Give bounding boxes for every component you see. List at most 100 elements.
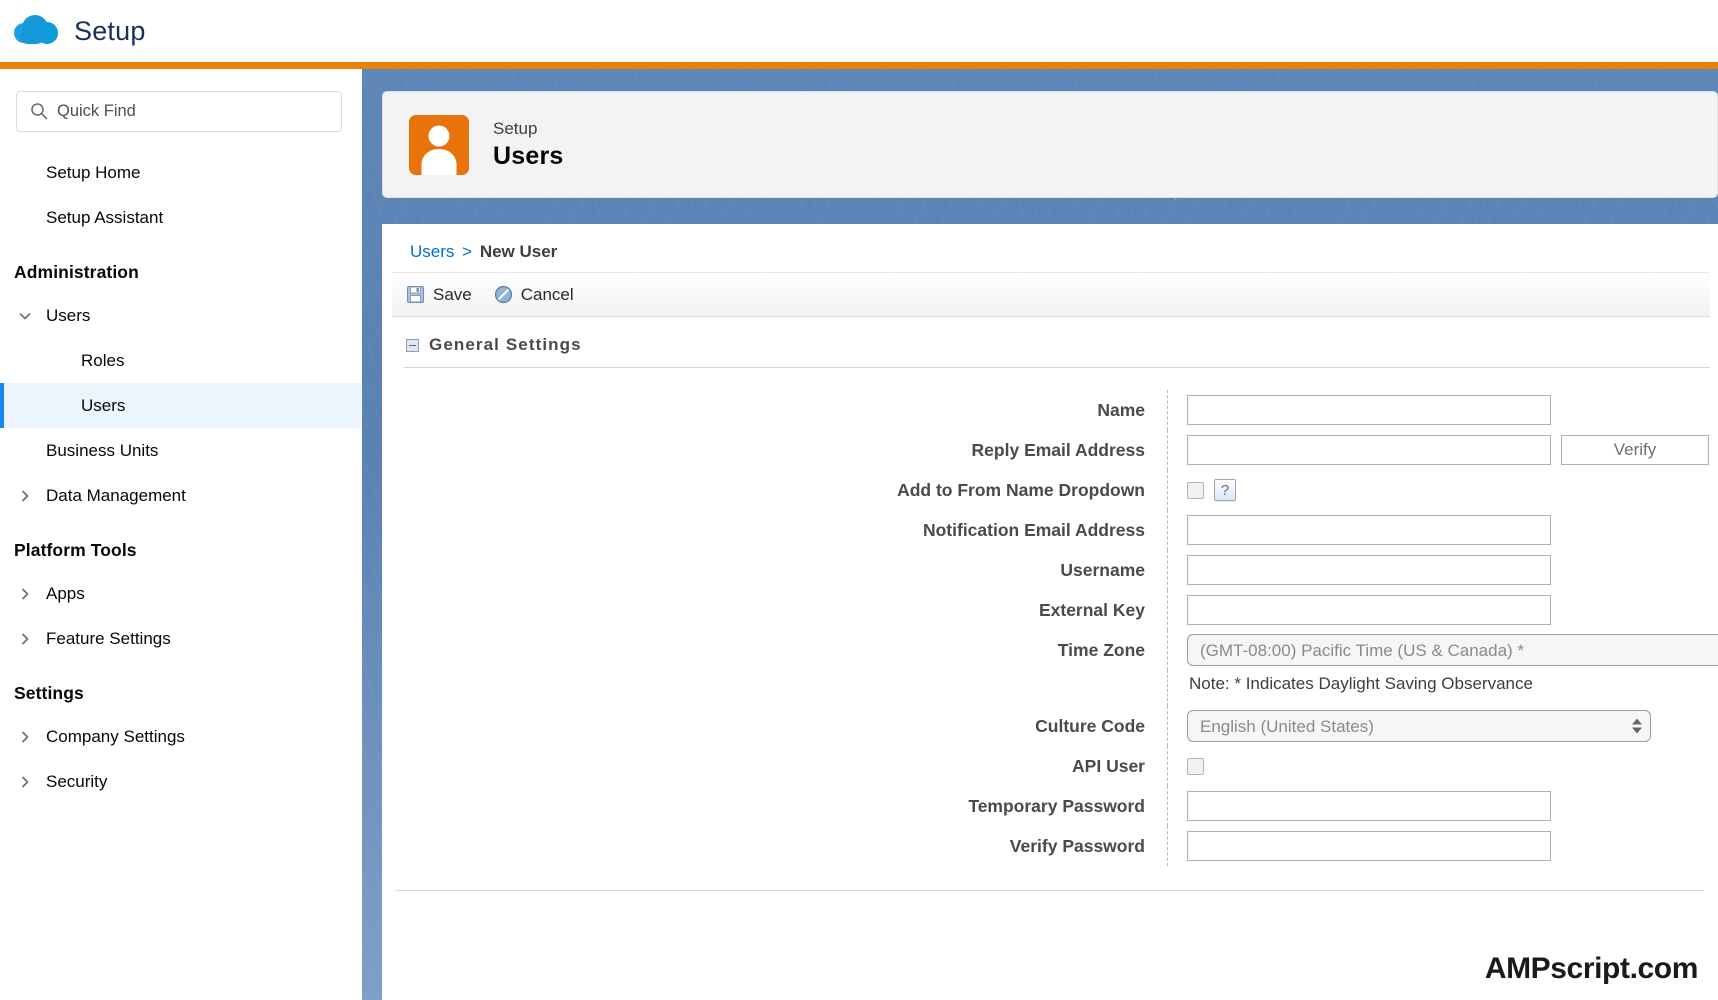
field-control (1167, 746, 1718, 786)
field-control (1167, 510, 1718, 550)
api-user-checkbox[interactable] (1187, 757, 1204, 775)
verify-button[interactable]: Verify (1561, 435, 1709, 465)
form-row-api-user: API User (382, 746, 1718, 786)
search-input[interactable] (16, 91, 342, 132)
time-zone-select[interactable]: (GMT-08:00) Pacific Time (US & Canada) * (1187, 634, 1718, 666)
form-row-notification-email-address: Notification Email Address (382, 510, 1718, 550)
form-row-name: Name (382, 390, 1718, 430)
form-row-external-key: External Key (382, 590, 1718, 630)
sidebar-section-administration: Administration (14, 262, 139, 282)
note-spacer (382, 670, 1167, 706)
culture-code-select-wrapper: English (United States) (1187, 710, 1651, 742)
field-label: Verify Password (1009, 836, 1145, 856)
content-panel: Users > New User Save Cancel General Set… (382, 224, 1718, 1000)
field-control (1167, 390, 1718, 430)
field-control: Verify? (1167, 430, 1718, 470)
external-key-input[interactable] (1187, 595, 1551, 625)
collapse-minus-icon[interactable] (406, 338, 419, 352)
form-row-time-zone: Time Zone (GMT-08:00) Pacific Time (US & … (382, 630, 1718, 670)
user-avatar-icon (409, 114, 469, 175)
sidebar-item-users-selected[interactable]: Users (0, 383, 361, 428)
chevron-right-icon[interactable] (14, 587, 36, 601)
chevron-right-icon[interactable] (14, 489, 36, 503)
temporary-password-input[interactable] (1187, 791, 1551, 821)
sidebar-item-roles[interactable]: Roles (0, 338, 361, 383)
field-control (1167, 590, 1718, 630)
chevron-right-icon[interactable] (14, 632, 36, 646)
sidebar-item-feature-settings[interactable]: Feature Settings (0, 616, 361, 661)
field-label: Reply Email Address (971, 440, 1145, 460)
section-title: General Settings (429, 335, 582, 354)
sidebar-item-label: Company Settings (46, 726, 185, 746)
form-row-culture-code: Culture Code English (United States) (382, 706, 1718, 746)
page-header-card: Setup Users (382, 91, 1718, 198)
breadcrumb-users-link[interactable]: Users (410, 242, 454, 261)
help-question-icon[interactable]: ? (1214, 479, 1236, 501)
sidebar-item-data-management[interactable]: Data Management (0, 473, 361, 518)
sidebar-item-label: Data Management (46, 485, 186, 505)
sidebar-item-business-units[interactable]: Business Units (0, 428, 361, 473)
sidebar-item-label: Users (46, 305, 91, 325)
watermark: AMPscript.com (1484, 952, 1699, 985)
cancel-circle-icon (494, 285, 513, 304)
timezone-note: Note: * Indicates Daylight Saving Observ… (1167, 670, 1718, 706)
sidebar-item-label: Apps (46, 583, 85, 603)
sidebar-item-label: Roles (81, 350, 125, 370)
breadcrumb: Users > New User (392, 224, 1710, 273)
sidebar-item-label: Setup Home (46, 162, 141, 182)
accent-rule (0, 62, 1718, 69)
reply-email-address-input[interactable] (1187, 435, 1551, 465)
sidebar-item-users[interactable]: Users (0, 293, 361, 338)
username-input[interactable] (1187, 555, 1551, 585)
form-row-temporary-password: Temporary Password (382, 786, 1718, 826)
breadcrumb-separator: > (462, 242, 473, 261)
page-title: Users (493, 141, 564, 170)
form-row-username: Username (382, 550, 1718, 590)
salesforce-cloud-icon[interactable] (14, 15, 60, 47)
form-row-add-to-from-name-dropdown: Add to From Name Dropdown? (382, 470, 1718, 510)
sidebar-item-setup-home[interactable]: Setup Home (0, 150, 361, 195)
field-control (1167, 550, 1718, 590)
new-user-form: Name Reply Email Address Verify?Add to Fro… (382, 368, 1718, 866)
app-title: Setup (74, 15, 146, 46)
add-to-from-name-dropdown-checkbox[interactable] (1187, 481, 1204, 499)
sidebar-item-label: Security (46, 771, 108, 791)
form-row-verify-password: Verify Password (382, 826, 1718, 866)
field-control: (GMT-08:00) Pacific Time (US & Canada) * (1167, 630, 1718, 670)
cancel-button[interactable]: Cancel (494, 285, 574, 305)
sidebar-item-setup-assistant[interactable]: Setup Assistant (0, 195, 361, 240)
field-control (1167, 826, 1718, 866)
quick-find-wrapper (16, 91, 343, 132)
field-label: Notification Email Address (922, 520, 1145, 540)
sidebar-item-apps[interactable]: Apps (0, 571, 361, 616)
form-bottom-divider (396, 890, 1704, 891)
sidebar-item-label: Users (81, 395, 126, 415)
verify-password-input[interactable] (1187, 831, 1551, 861)
notification-email-address-input[interactable] (1187, 515, 1551, 545)
name-input[interactable] (1187, 395, 1551, 425)
top-bar: Setup (0, 0, 1718, 62)
sidebar: Setup Home Setup Assistant Administration U… (0, 69, 362, 1000)
cancel-button-label: Cancel (520, 284, 574, 304)
chevron-right-icon[interactable] (14, 775, 36, 789)
field-label: API User (1072, 756, 1145, 776)
save-floppy-icon (406, 285, 425, 304)
sidebar-item-company-settings[interactable]: Company Settings (0, 714, 361, 759)
field-label: Username (1060, 560, 1145, 580)
sidebar-item-security[interactable]: Security (0, 759, 361, 804)
culture-code-select[interactable]: English (United States) (1187, 710, 1651, 742)
field-label: Time Zone (1057, 640, 1145, 660)
field-control: ? (1167, 470, 1718, 510)
sidebar-item-label: Setup Assistant (46, 207, 164, 227)
save-button-label: Save (433, 284, 472, 304)
field-label: Culture Code (1035, 716, 1145, 736)
field-label: Temporary Password (968, 796, 1145, 816)
sidebar-section-settings: Settings (14, 683, 84, 703)
chevron-down-icon[interactable] (14, 309, 36, 323)
save-button[interactable]: Save (406, 285, 472, 305)
field-control (1167, 786, 1718, 826)
chevron-right-icon[interactable] (14, 730, 36, 744)
breadcrumb-current: New User (479, 242, 558, 261)
sidebar-section-platform-tools: Platform Tools (14, 540, 137, 560)
time-zone-select-wrapper: (GMT-08:00) Pacific Time (US & Canada) * (1187, 634, 1718, 666)
